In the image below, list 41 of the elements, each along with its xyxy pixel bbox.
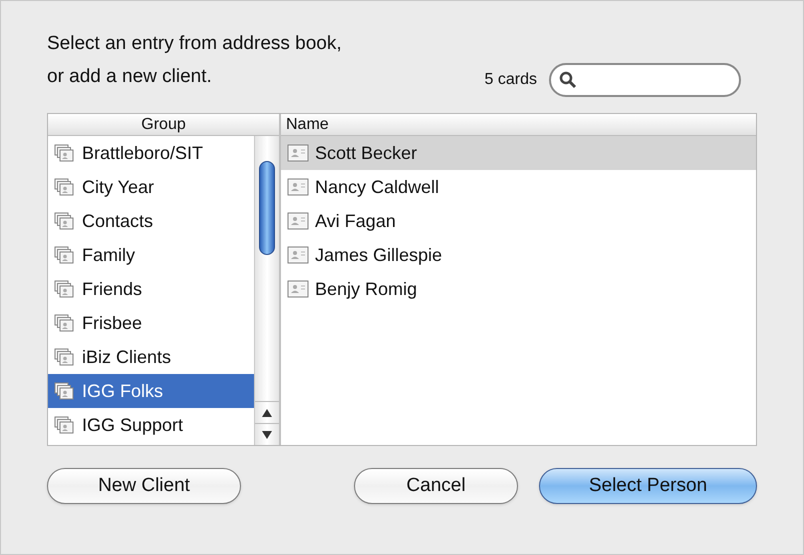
- group-row[interactable]: IGG Folks: [48, 374, 254, 408]
- group-cards-icon: [54, 246, 74, 264]
- group-row[interactable]: Frisbee: [48, 306, 254, 340]
- group-cards-icon: [54, 382, 74, 400]
- scroll-thumb[interactable]: [259, 161, 275, 255]
- prompt-text: Select an entry from address book, or add a new client.: [47, 32, 342, 89]
- search-icon: [559, 71, 577, 89]
- contact-card-icon: [287, 178, 309, 196]
- card-count: 5 cards: [484, 70, 537, 90]
- person-row[interactable]: Benjy Romig: [281, 272, 756, 306]
- push-button[interactable]: New Client: [47, 468, 241, 504]
- default-button[interactable]: Select Person: [539, 468, 757, 504]
- search-field[interactable]: [549, 63, 741, 97]
- group-row[interactable]: City Year: [48, 170, 254, 204]
- contact-card-icon: [287, 280, 309, 298]
- group-row[interactable]: iBiz Clients: [48, 340, 254, 374]
- group-cards-icon: [54, 314, 74, 332]
- group-row[interactable]: IGG Support: [48, 408, 254, 442]
- group-row[interactable]: Friends: [48, 272, 254, 306]
- contact-card-icon: [287, 212, 309, 230]
- scrollbar[interactable]: [254, 136, 279, 445]
- person-row[interactable]: James Gillespie: [281, 238, 756, 272]
- up-arrow-icon: [262, 408, 272, 416]
- push-button[interactable]: Cancel: [354, 468, 518, 504]
- down-arrow-icon: [262, 430, 272, 438]
- person-row[interactable]: Nancy Caldwell: [281, 170, 756, 204]
- contact-card-icon: [287, 246, 309, 264]
- person-row[interactable]: Scott Becker: [281, 136, 756, 170]
- group-cards-icon: [54, 348, 74, 366]
- person-row[interactable]: Avi Fagan: [281, 204, 756, 238]
- group-cards-icon: [54, 178, 74, 196]
- column-header[interactable]: Group: [48, 114, 279, 136]
- group-row[interactable]: Family: [48, 238, 254, 272]
- contact-card-icon: [287, 144, 309, 162]
- group-cards-icon: [54, 144, 74, 162]
- group-cards-icon: [54, 212, 74, 230]
- group-row[interactable]: Contacts: [48, 204, 254, 238]
- column-header[interactable]: Name: [281, 114, 756, 136]
- group-row[interactable]: Brattleboro/SIT: [48, 136, 254, 170]
- group-cards-icon: [54, 416, 74, 434]
- group-cards-icon: [54, 280, 74, 298]
